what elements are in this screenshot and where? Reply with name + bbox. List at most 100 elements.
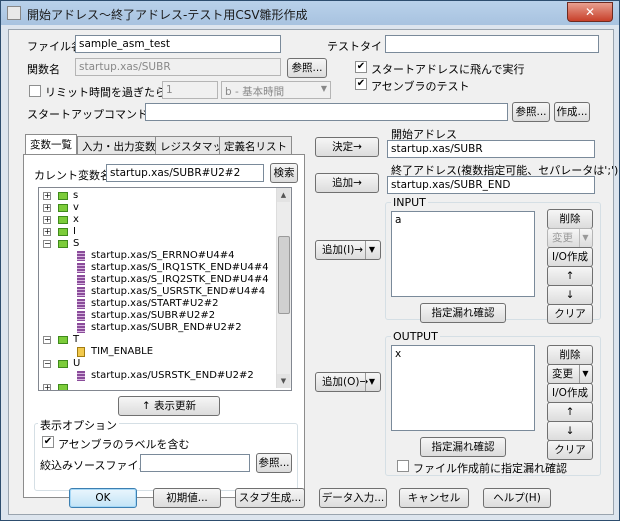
- filter-browse-button[interactable]: 参照...: [256, 453, 292, 473]
- dialog-window: 開始アドレス～終了アドレス-テスト用CSV雛形作成 ✕ ファイル名 sample…: [0, 0, 620, 521]
- variable-icon: [77, 263, 85, 273]
- include-asm-labels-checkbox[interactable]: ✔: [42, 436, 54, 448]
- collapse-minus-icon[interactable]: −: [43, 336, 51, 344]
- output-clear-button[interactable]: クリア: [547, 440, 593, 460]
- expand-plus-icon[interactable]: +: [43, 228, 51, 236]
- cancel-button[interactable]: キャンセル: [399, 488, 469, 508]
- tree-item-label: I: [73, 226, 76, 237]
- input-change-button[interactable]: 変更 ▼: [547, 228, 593, 248]
- tab-variable-list[interactable]: 変数一覧: [25, 134, 77, 154]
- tree-scrollbar[interactable]: ▲ ▼: [276, 188, 291, 388]
- variable-icon: [77, 323, 85, 333]
- asm-test-label: アセンブラのテスト: [371, 80, 470, 93]
- input-check-missing-button[interactable]: 指定漏れ確認: [420, 303, 506, 323]
- tab-definition-list[interactable]: 定義名リスト: [219, 136, 292, 154]
- output-move-down-button[interactable]: ↓: [547, 421, 593, 441]
- start-address-input[interactable]: startup.xas/SUBR: [387, 140, 595, 158]
- refresh-display-button[interactable]: ↑ 表示更新: [118, 396, 220, 416]
- current-variable-label: カレント変数名: [34, 169, 111, 182]
- check-before-create-label: ファイル作成前に指定漏れ確認: [413, 462, 567, 475]
- add-input-button[interactable]: 追加(I)→ ▼: [315, 240, 381, 260]
- function-browse-button[interactable]: 参照...: [287, 58, 327, 78]
- chevron-down-icon[interactable]: ▼: [579, 365, 591, 383]
- variable-list-panel: カレント変数名 startup.xas/SUBR#U2#2 検索 + s + v: [23, 154, 305, 498]
- scroll-up-icon[interactable]: ▲: [277, 188, 290, 202]
- scroll-down-icon[interactable]: ▼: [277, 374, 290, 388]
- expand-plus-icon[interactable]: +: [43, 204, 51, 212]
- window-title: 開始アドレス～終了アドレス-テスト用CSV雛形作成: [27, 8, 308, 22]
- input-delete-button[interactable]: 削除: [547, 209, 593, 229]
- output-variables-list[interactable]: x: [391, 345, 535, 431]
- add-end-address-button[interactable]: 追加→: [315, 173, 379, 193]
- output-check-missing-button[interactable]: 指定漏れ確認: [420, 437, 506, 457]
- current-variable-input[interactable]: startup.xas/SUBR#U2#2: [106, 164, 264, 182]
- tree-item-label: s: [73, 190, 79, 201]
- input-change-label: 変更: [552, 232, 573, 244]
- folder-open-icon: [58, 336, 68, 344]
- end-address-input[interactable]: startup.xas/SUBR_END: [387, 176, 595, 194]
- tree-item-label: startup.xas/SUBR#U2#2: [91, 310, 216, 321]
- expand-plus-icon[interactable]: +: [43, 216, 51, 224]
- tab-io-variables[interactable]: 入力・出力変数: [77, 136, 161, 154]
- data-input-button[interactable]: データ入力...: [319, 488, 387, 508]
- function-name-label: 関数名: [27, 63, 60, 76]
- initial-values-button[interactable]: 初期値...: [153, 488, 221, 508]
- add-output-button[interactable]: 追加(O)→ ▼: [315, 372, 381, 392]
- input-variables-list[interactable]: a: [391, 211, 535, 297]
- input-move-down-button[interactable]: ↓: [547, 285, 593, 305]
- add-input-label: 追加(I)→: [322, 244, 364, 256]
- startup-create-button[interactable]: 作成...: [554, 102, 590, 122]
- limit-unit-select[interactable]: b - 基本時間 ▼: [221, 81, 331, 99]
- ok-button[interactable]: OK: [69, 488, 137, 508]
- limit-unit-value: b - 基本時間: [225, 86, 285, 98]
- test-title-input[interactable]: [385, 35, 599, 53]
- start-jump-checkbox[interactable]: ✔: [355, 61, 367, 73]
- output-delete-button[interactable]: 削除: [547, 345, 593, 365]
- function-name-input[interactable]: startup.xas/SUBR: [75, 58, 281, 76]
- collapse-minus-icon[interactable]: −: [43, 240, 51, 248]
- tree-item-label: startup.xas/SUBR_END#U2#2: [91, 322, 242, 333]
- close-button[interactable]: ✕: [567, 2, 613, 22]
- limit-time-checkbox[interactable]: [29, 85, 41, 97]
- check-before-create-checkbox[interactable]: [397, 460, 409, 472]
- expand-plus-icon[interactable]: +: [43, 192, 51, 200]
- folder-open-icon: [58, 360, 68, 368]
- collapse-minus-icon[interactable]: −: [43, 360, 51, 368]
- search-button[interactable]: 検索: [270, 163, 298, 183]
- chevron-down-icon[interactable]: ▼: [365, 241, 378, 259]
- decide-button[interactable]: 決定→: [315, 137, 379, 157]
- tree-item-label: TIM_ENABLE: [91, 346, 154, 357]
- input-move-up-button[interactable]: ↑: [547, 266, 593, 286]
- output-io-create-button[interactable]: I/O作成: [547, 383, 593, 403]
- asm-test-checkbox[interactable]: ✔: [355, 78, 367, 90]
- variable-tree[interactable]: + s + v + x + I − S startup.xas/S_ERRNO#…: [38, 187, 292, 391]
- file-name-label: ファイル名: [27, 40, 82, 53]
- stub-generate-button[interactable]: スタブ生成...: [235, 488, 305, 508]
- chevron-down-icon[interactable]: ▼: [365, 373, 378, 391]
- tree-item-label: v: [73, 202, 79, 213]
- help-button[interactable]: ヘルプ(H): [483, 488, 551, 508]
- input-io-create-button[interactable]: I/O作成: [547, 247, 593, 267]
- startup-browse-button[interactable]: 参照...: [512, 102, 550, 122]
- file-name-input[interactable]: sample_asm_test: [75, 35, 281, 53]
- tree-item-label: startup.xas/S_IRQ2STK_END#U4#4: [91, 274, 269, 285]
- include-asm-labels-label: アセンブラのラベルを含む: [58, 438, 190, 451]
- chevron-down-icon[interactable]: ▼: [579, 229, 591, 247]
- expand-plus-icon[interactable]: +: [43, 384, 51, 390]
- output-move-up-button[interactable]: ↑: [547, 402, 593, 422]
- title-bar[interactable]: 開始アドレス～終了アドレス-テスト用CSV雛形作成 ✕: [1, 1, 619, 25]
- folder-icon: [58, 204, 68, 212]
- limit-time-input[interactable]: 1: [162, 81, 218, 99]
- output-change-button[interactable]: 変更 ▼: [547, 364, 593, 384]
- input-group-label: INPUT: [391, 196, 428, 209]
- tree-content: + s + v + x + I − S startup.xas/S_ERRNO#…: [39, 188, 276, 390]
- tree-item-label: startup.xas/S_USRSTK_END#U4#4: [91, 286, 266, 297]
- tree-item-label: startup.xas/USRSTK_END#U2#2: [91, 370, 254, 381]
- scrollbar-thumb[interactable]: [278, 236, 290, 314]
- variable-icon: [77, 371, 85, 381]
- input-clear-button[interactable]: クリア: [547, 304, 593, 324]
- app-icon: [7, 6, 21, 20]
- filter-source-input[interactable]: [140, 454, 250, 472]
- startup-command-input[interactable]: [145, 103, 508, 121]
- folder-icon: [58, 228, 68, 236]
